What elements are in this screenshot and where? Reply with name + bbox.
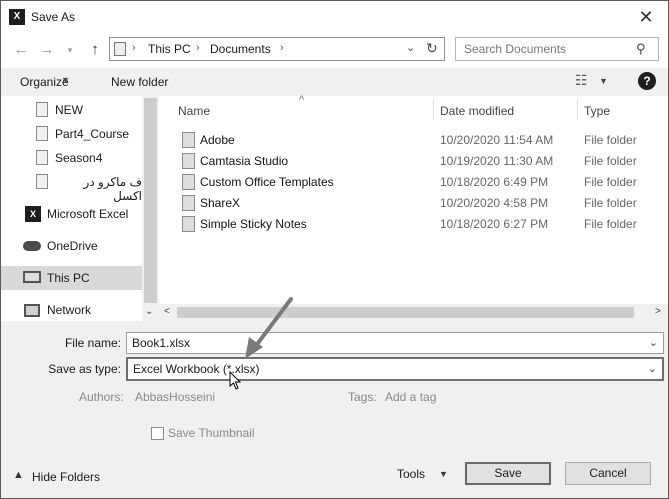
mouse-cursor-icon bbox=[229, 371, 242, 390]
save-as-dialog: X Save As ✕ ← → ▾ ↑ › This PC › Document… bbox=[0, 0, 669, 499]
annotation-arrow-icon bbox=[245, 297, 293, 359]
